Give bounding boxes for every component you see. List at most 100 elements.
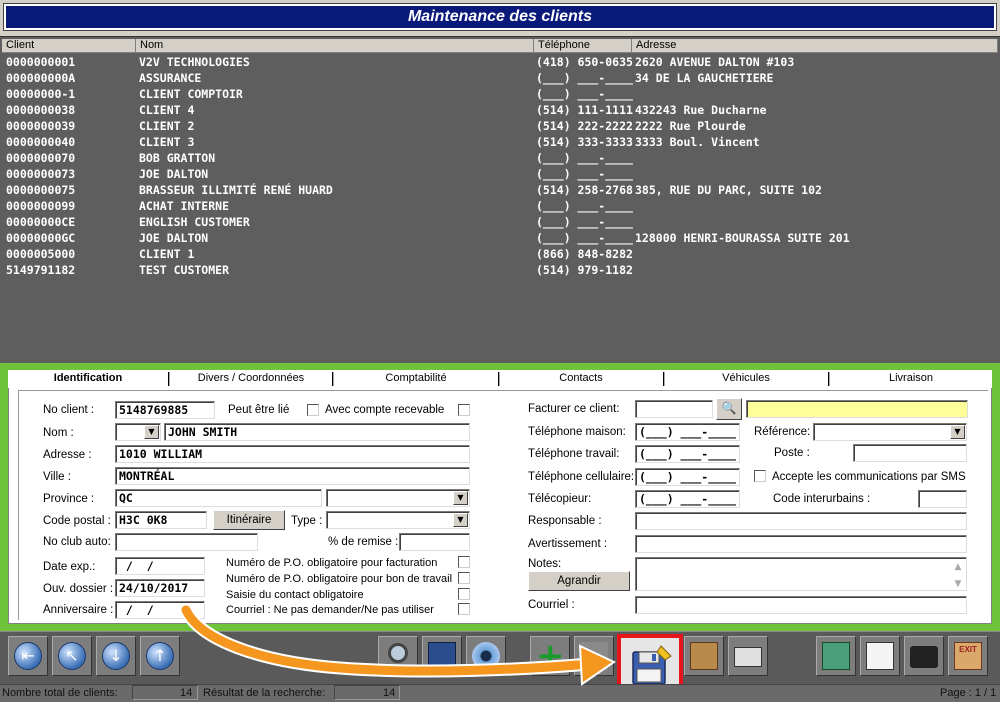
search-button[interactable] [378,636,418,676]
remise-field[interactable] [399,533,470,551]
tab-vehicules[interactable]: Véhicules [665,370,827,388]
tab-comptabilite[interactable]: Comptabilité [334,370,498,388]
last-record-button[interactable]: ↑ [140,636,180,676]
responsable-field[interactable] [635,512,967,530]
chevron-down-icon: ▼ [453,491,468,505]
courriel-ne-pas-checkbox[interactable] [458,603,470,615]
po-bon-travail-checkbox[interactable] [458,572,470,584]
telecopieur-field[interactable]: (___) ___-____ [635,490,740,508]
nom-cell: CLIENT 1 [139,247,195,261]
peut-etre-lie-checkbox[interactable] [307,404,319,416]
ouv-dossier-field[interactable]: 24/10/2017 [115,579,205,597]
next-record-button[interactable]: ↓ [96,636,136,676]
briefcase-button[interactable] [904,636,944,676]
table-row[interactable]: 0000000040 CLIENT 3 (514) 333-3333 3333 Bou… [0,134,1000,150]
code-interurbains-field[interactable] [918,490,967,508]
no-client-field[interactable]: 5148769885 [115,401,215,419]
po-bon-travail-label: Numéro de P.O. obligatoire pour bon de t… [226,573,453,585]
table-row[interactable]: 000000000A ASSURANCE (___) ___-____ 34 DE L… [0,70,1000,86]
table-row[interactable]: 5149791182 TEST CUSTOMER (514) 979-1182 [0,262,1000,278]
courriel-field[interactable] [635,596,967,614]
table-row[interactable]: 0000000001 V2V TECHNOLOGIES (418) 650-0635… [0,54,1000,70]
col-header-telephone[interactable]: Téléphone [534,39,632,53]
tab-contacts[interactable]: Contacts [500,370,662,388]
adresse-cell: 385, RUE DU PARC, SUITE 102 [635,183,822,197]
total-clients-value: 14 [180,687,193,699]
titre-dropdown[interactable]: ▼ [115,423,161,441]
table-row[interactable]: 0000005000 CLIENT 1 (866) 848-8282 [0,246,1000,262]
code-interurbains-label: Code interurbains : [773,493,871,505]
col-header-adresse[interactable]: Adresse [632,39,998,53]
table-row[interactable]: 0000000099 ACHAT INTERNE (___) ___-____ [0,198,1000,214]
avec-compte-checkbox[interactable] [458,404,470,416]
ville-field[interactable]: MONTRÉAL [115,467,470,485]
tel-travail-field[interactable]: (___) ___-____ [635,445,740,463]
type-dropdown[interactable]: ▼ [326,511,470,529]
client-cell: 0000000070 [6,151,76,165]
table-row[interactable]: 0000000075 BRASSEUR ILLIMITÉ RENÉ HUARD (5… [0,182,1000,198]
anniversaire-field[interactable]: / / [115,601,205,619]
client-cell: 0000000075 [6,183,76,197]
up-arrow-icon: ↑ [146,642,174,670]
view-button[interactable] [466,636,506,676]
itineraire-button[interactable]: Itinéraire [213,510,285,530]
delete-button[interactable] [574,636,614,676]
facturer-field[interactable] [635,400,713,418]
down-arrow-icon: ↓ [102,642,130,670]
exit-button[interactable]: EXIT [948,636,988,676]
tab-livraison[interactable]: Livraison [830,370,992,388]
province-field[interactable]: QC [115,489,322,507]
edit-list-button[interactable] [422,636,462,676]
adresse-cell: 2620 AVENUE DALTON #103 [635,55,795,69]
avertissement-field[interactable] [635,535,967,553]
tel-travail-label: Téléphone travail: [528,448,620,460]
scroll-down-icon[interactable]: ▼ [952,576,964,590]
chevron-down-icon: ▼ [950,425,965,439]
poste-field[interactable] [853,444,967,462]
po-facturation-checkbox[interactable] [458,556,470,568]
nom-field[interactable]: JOHN SMITH [164,423,470,441]
agrandir-button[interactable]: Agrandir [528,571,630,591]
page-indicator: Page : 1 / 1 [940,687,997,699]
tab-identification[interactable]: Identification [8,370,168,388]
process-button[interactable] [816,636,856,676]
tel-cell-field[interactable]: (___) ___-____ [635,468,740,486]
nom-cell: ENGLISH CUSTOMER [139,215,250,229]
print-button[interactable] [728,636,768,676]
table-row[interactable]: 0000000070 BOB GRATTON (___) ___-____ [0,150,1000,166]
tel-maison-field[interactable]: (___) ___-____ [635,423,740,441]
no-club-field[interactable] [115,533,258,551]
table-row[interactable]: 00000000-1 CLIENT COMPTOIR (___) ___-____ [0,86,1000,102]
tab-divers[interactable]: Divers / Coordonnées [170,370,332,388]
table-row[interactable]: 00000000GC JOE DALTON (___) ___-____ 128000… [0,230,1000,246]
telephone-cell: (___) ___-____ [536,71,633,85]
telephone-cell: (___) ___-____ [536,167,633,181]
no-club-label: No club auto: [43,536,111,548]
client-list[interactable]: Client Nom Téléphone Adresse 0000000001 V… [0,36,1000,364]
responsable-label: Responsable : [528,515,602,527]
table-row[interactable]: 0000000039 CLIENT 2 (514) 222-2222 2222 Rue… [0,118,1000,134]
notes-button[interactable] [860,636,900,676]
previous-record-button[interactable]: ↖ [52,636,92,676]
adresse-field[interactable]: 1010 WILLIAM [115,445,470,463]
notes-field[interactable]: ▲ ▼ [635,557,967,591]
reference-dropdown[interactable]: ▼ [813,423,967,441]
nom-cell: JOE DALTON [139,167,209,181]
facturer-nom-field [746,400,968,418]
table-row[interactable]: 0000000073 JOE DALTON (___) ___-____ [0,166,1000,182]
first-record-button[interactable]: ⇤ [8,636,48,676]
col-header-client[interactable]: Client [2,39,136,53]
col-header-nom[interactable]: Nom [136,39,534,53]
archive-button[interactable] [684,636,724,676]
date-exp-field[interactable]: / / [115,557,205,575]
search-client-button[interactable]: 🔍 [716,398,742,420]
table-row[interactable]: 0000000038 CLIENT 4 (514) 111-1111 432243 R… [0,102,1000,118]
sms-checkbox[interactable] [754,470,766,482]
code-postal-field[interactable]: H3C 0K8 [115,511,207,529]
no-client-label: No client : [43,404,95,416]
add-button[interactable]: + [530,636,570,676]
table-row[interactable]: 00000000CE ENGLISH CUSTOMER (___) ___-____ [0,214,1000,230]
saisie-contact-checkbox[interactable] [458,588,470,600]
pays-dropdown[interactable]: ▼ [326,489,470,507]
scroll-up-icon[interactable]: ▲ [952,559,964,575]
